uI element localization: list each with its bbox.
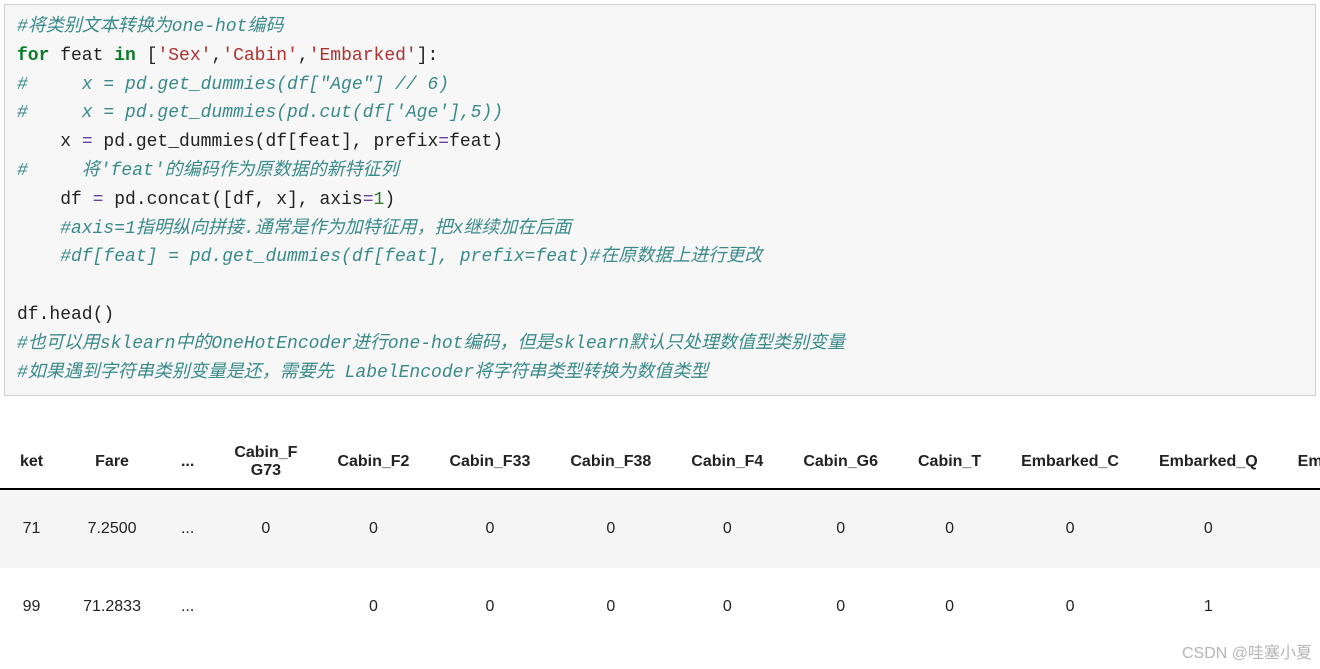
cell: 0 — [429, 489, 550, 568]
tok-l7-mid: pd.concat([df, x], axis — [103, 190, 362, 210]
cell: ... — [161, 568, 214, 646]
cell: 7.2500 — [63, 489, 161, 568]
tok-close-paren: ) — [384, 190, 395, 210]
col-cabin-g6: Cabin_G6 — [783, 436, 898, 489]
cell: 0 — [1139, 489, 1278, 568]
cell: 0 — [783, 489, 898, 568]
table-row: 71 7.2500 ... 0 0 0 0 0 0 0 0 0 1 — [0, 489, 1320, 568]
code-comment-3: # x = pd.get_dummies(df["Age"] // 6) — [17, 75, 449, 95]
col-cabin-f2: Cabin_F2 — [317, 436, 429, 489]
tok-eq: = — [93, 190, 104, 210]
cell: 0 — [550, 568, 671, 646]
cell: 99 — [0, 568, 63, 646]
col-ket: ket — [0, 436, 63, 489]
cell: 0 — [1001, 489, 1139, 568]
col-fare: Fare — [63, 436, 161, 489]
tok-l7-lead: df — [17, 190, 93, 210]
tok-str-cabin: 'Cabin' — [222, 46, 298, 66]
cell: 0 — [317, 568, 429, 646]
tok-l5-mid: pd.get_dummies(df[feat], prefix — [93, 132, 439, 152]
col-cabin-f4: Cabin_F4 — [671, 436, 783, 489]
cell: 0 — [671, 489, 783, 568]
code-comment-4: # x = pd.get_dummies(pd.cut(df['Age'],5)… — [17, 103, 503, 123]
cell: 71 — [0, 489, 63, 568]
dataframe-output: ket Fare ... Cabin_F G73 Cabin_F2 Cabin_… — [0, 436, 1320, 646]
code-comment-6: # 将'feat'的编码作为原数据的新特征列 — [17, 161, 399, 181]
cell: ... — [161, 489, 214, 568]
col-cabin-t: Cabin_T — [898, 436, 1001, 489]
cell: 71.2833 — [63, 568, 161, 646]
tok-comma: , — [298, 46, 309, 66]
dataframe-table: ket Fare ... Cabin_F G73 Cabin_F2 Cabin_… — [0, 436, 1320, 646]
tok-close: ]: — [417, 46, 439, 66]
tok-str-embarked: 'Embarked' — [309, 46, 417, 66]
col-cabin-f38: Cabin_F38 — [550, 436, 671, 489]
tok-eq: = — [363, 190, 374, 210]
table-header-row: ket Fare ... Cabin_F G73 Cabin_F2 Cabin_… — [0, 436, 1320, 489]
cell: 0 — [550, 489, 671, 568]
cell: 0 — [214, 489, 317, 568]
tok-eq: = — [438, 132, 449, 152]
tok-feat: feat — [49, 46, 114, 66]
cell: 0 — [1001, 568, 1139, 646]
cell: 1 — [1278, 489, 1320, 568]
tok-dfhead: df.head() — [17, 305, 114, 325]
code-block: #将类别文本转换为one-hot编码 for feat in ['Sex','C… — [4, 4, 1316, 396]
cell: 1 — [1139, 568, 1278, 646]
cell: 0 — [317, 489, 429, 568]
cell — [214, 568, 317, 646]
code-comment-8: #axis=1指明纵向拼接.通常是作为加特征用，把x继续加在后面 — [17, 219, 571, 239]
tok-str-sex: 'Sex' — [157, 46, 211, 66]
tok-comma: , — [211, 46, 222, 66]
cell: 0 — [429, 568, 550, 646]
cell: 0 — [898, 568, 1001, 646]
tok-for: for — [17, 46, 49, 66]
cell: 0 — [783, 568, 898, 646]
cell: 0 — [1278, 568, 1320, 646]
col-cabin-f33: Cabin_F33 — [429, 436, 550, 489]
col-embarked-q: Embarked_Q — [1139, 436, 1278, 489]
watermark-text: CSDN @哇塞小夏 — [1182, 639, 1312, 663]
tok-bracket: [ — [136, 46, 158, 66]
code-comment-9: #df[feat] = pd.get_dummies(df[feat], pre… — [17, 247, 762, 267]
cell: 0 — [671, 568, 783, 646]
code-comment-13: #如果遇到字符串类别变量是还，需要先 LabelEncoder将字符串类型转换为… — [17, 363, 708, 383]
tok-eq: = — [82, 132, 93, 152]
col-embarked-s: Embarked_S — [1278, 436, 1320, 489]
tok-in: in — [114, 46, 136, 66]
col-ellipsis: ... — [161, 436, 214, 489]
tok-num-1: 1 — [374, 190, 385, 210]
code-comment-1: #将类别文本转换为one-hot编码 — [17, 17, 283, 37]
tok-l5-tail: feat) — [449, 132, 503, 152]
col-cabin-fg73: Cabin_F G73 — [214, 436, 317, 489]
tok-l5-lead: x — [17, 132, 82, 152]
col-embarked-c: Embarked_C — [1001, 436, 1139, 489]
cell: 0 — [898, 489, 1001, 568]
table-row: 99 71.2833 ... 0 0 0 0 0 0 0 1 0 — [0, 568, 1320, 646]
code-comment-12: #也可以用sklearn中的OneHotEncoder进行one-hot编码，但… — [17, 334, 845, 354]
